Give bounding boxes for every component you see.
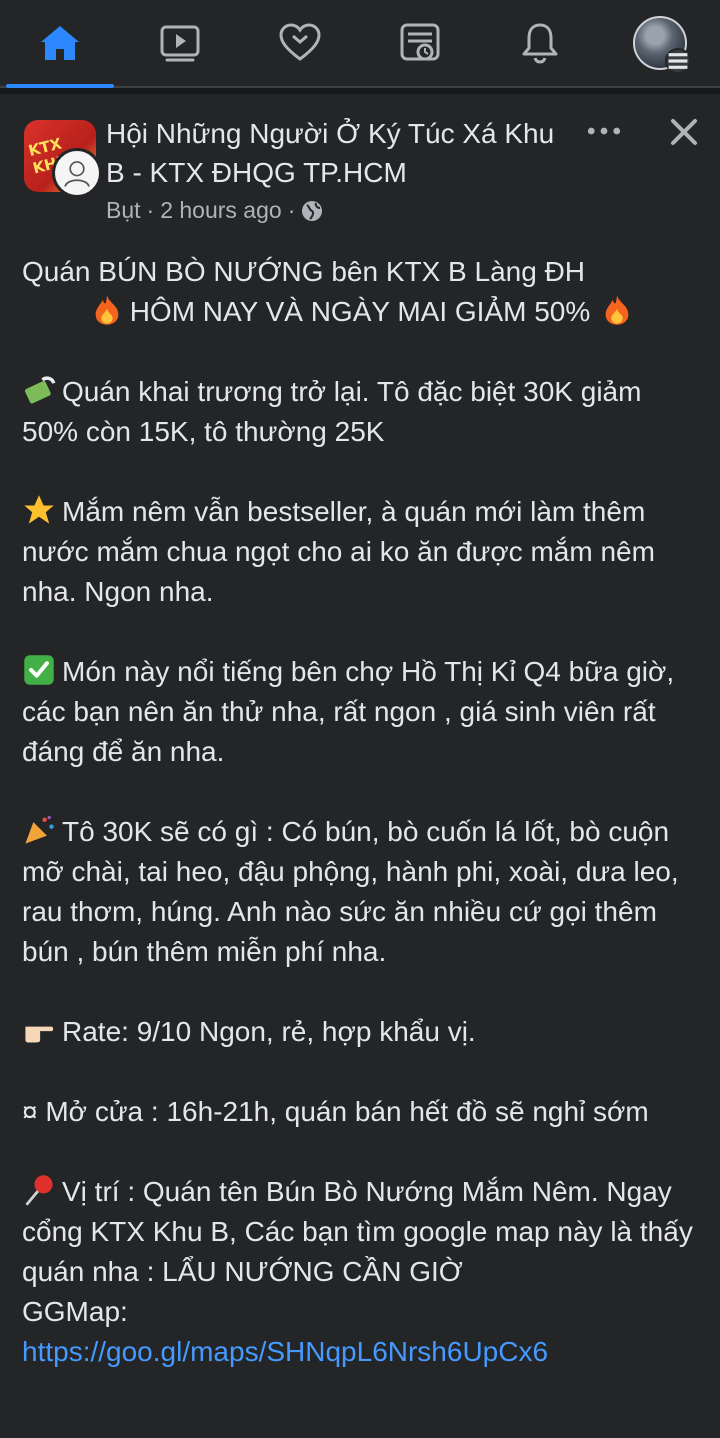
close-icon [671,119,697,145]
heart-icon [279,23,321,61]
post-card: KTX KHU Hội Những Người Ở Ký Túc Xá Khu … [0,94,720,1438]
nav-feeds-tab[interactable] [360,0,480,86]
paragraph-1: Quán khai trương trở lại. Tô đặc biệt 30… [22,372,702,452]
round-pushpin-emoji-icon [25,1175,53,1206]
paragraph-2-text: Mắm nêm vẫn bestseller, à quán mới làm t… [22,496,655,607]
hide-post-button[interactable] [662,110,706,154]
author-name[interactable]: Bụt [106,197,141,224]
paragraph-7-text: Vị trí : Quán tên Bún Bò Nướng Mắm Nêm. … [22,1176,693,1287]
check-mark-button-emoji-icon [24,655,54,685]
paragraph-6: ¤ Mở cửa : 16h-21h, quán bán hết đồ sẽ n… [22,1096,649,1127]
nav-notifications-tab[interactable] [480,0,600,86]
post-meta: Bụt · 2 hours ago · [106,197,323,224]
nav-watch-tab[interactable] [120,0,240,86]
news-feed-icon [400,23,440,61]
top-navigation-bar [0,0,720,88]
money-with-wings-emoji-icon [24,376,56,404]
ggmap-label: GGMap: [22,1296,128,1327]
video-icon [160,25,200,62]
paragraph-5: Rate: 9/10 Ngon, rẻ, hợp khẩu vị. [22,1012,702,1052]
author-avatar[interactable] [52,148,102,198]
fire-emoji-icon [605,295,629,325]
party-popper-emoji-icon [25,815,54,844]
paragraph-4: Tô 30K sẽ có gì : Có bún, bò cuốn lá lốt… [22,812,702,972]
nav-profile-menu-tab[interactable] [600,0,720,86]
post-options-button[interactable] [582,116,626,146]
paragraph-7: Vị trí : Quán tên Bún Bò Nướng Mắm Nêm. … [22,1172,702,1292]
post-time[interactable]: 2 hours ago [160,197,281,224]
fire-emoji-icon [95,295,119,325]
more-options-icon [587,127,621,135]
pointing-right-emoji-icon [25,1026,54,1043]
profile-avatar [633,16,691,74]
group-name-link[interactable]: Hội Những Người Ở Ký Túc Xá Khu B - KTX … [106,114,556,192]
google-maps-link[interactable]: https://goo.gl/maps/SHNqpL6Nrsh6UpCx6 [22,1336,548,1367]
paragraph-1-text: Quán khai trương trở lại. Tô đặc biệt 30… [22,376,642,447]
star-emoji-icon [24,495,54,524]
promo-text: HÔM NAY VÀ NGÀY MAI GIẢM 50% [129,296,591,327]
promo-line: HÔM NAY VÀ NGÀY MAI GIẢM 50% [22,292,702,332]
meta-separator-2: · [287,197,296,223]
bell-icon [522,23,558,64]
nav-home-tab[interactable] [0,0,120,88]
globe-icon [302,200,323,221]
meta-separator: · [146,197,155,223]
paragraph-5-text: Rate: 9/10 Ngon, rẻ, hợp khẩu vị. [62,1016,476,1047]
home-icon [41,26,79,60]
paragraph-3: Món này nổi tiếng bên chợ Hồ Thị Kỉ Q4 b… [22,652,702,772]
paragraph-2: Mắm nêm vẫn bestseller, à quán mới làm t… [22,492,702,612]
user-avatar-icon [64,161,90,187]
paragraph-3-text: Món này nổi tiếng bên chợ Hồ Thị Kỉ Q4 b… [22,656,675,767]
menu-icon [665,48,691,74]
paragraph-4-text: Tô 30K sẽ có gì : Có bún, bò cuốn lá lốt… [22,816,679,967]
nav-dating-tab[interactable] [240,0,360,86]
post-body: Quán BÚN BÒ NƯỚNG bên KTX B Làng ĐH HÔM … [22,252,702,1372]
post-title-line: Quán BÚN BÒ NƯỚNG bên KTX B Làng ĐH [22,256,586,287]
